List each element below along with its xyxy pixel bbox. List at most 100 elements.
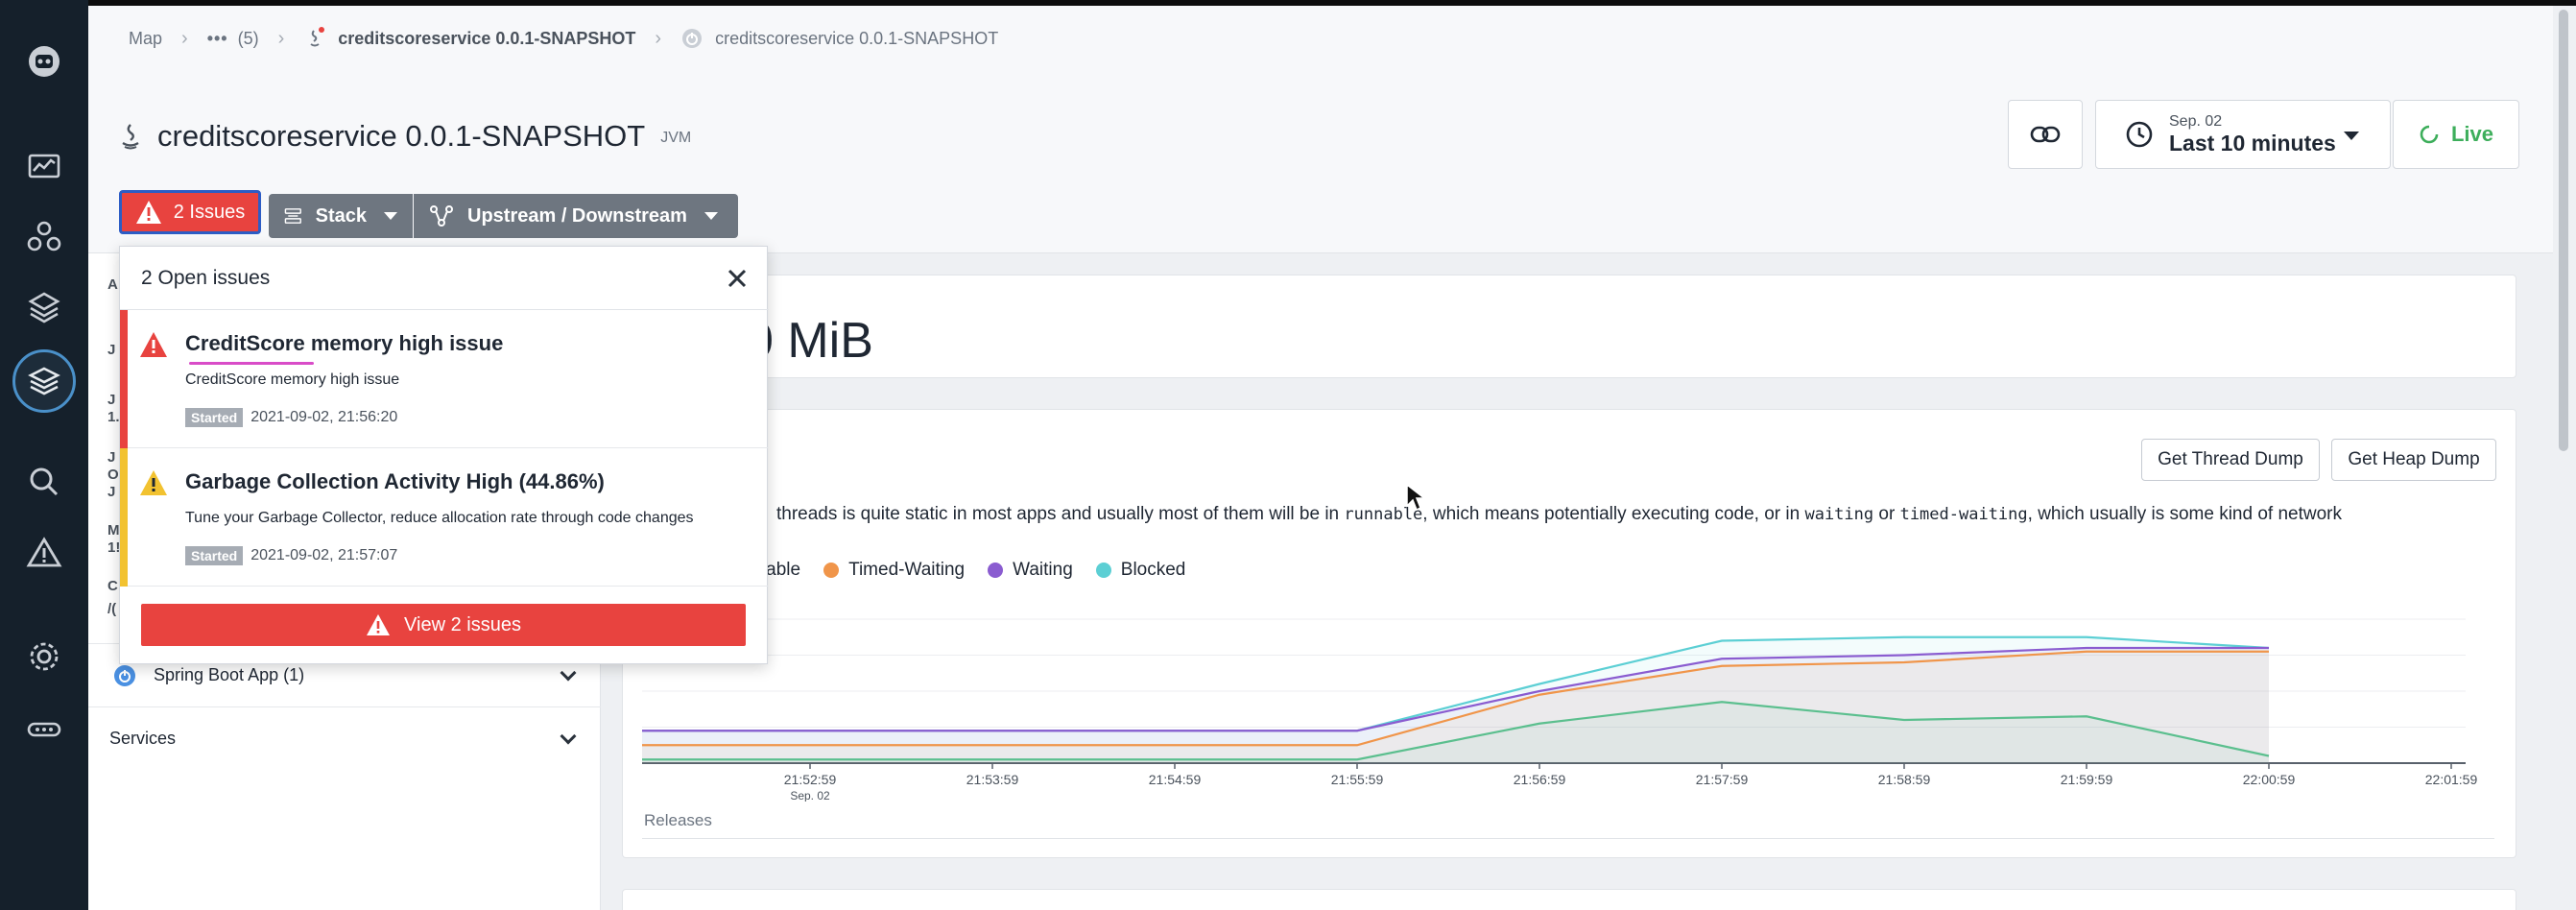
- issues-button[interactable]: 2 Issues: [119, 190, 261, 234]
- issues-popup-header: 2 Open issues: [120, 247, 769, 310]
- page-title: creditscoreservice 0.0.1-SNAPSHOT: [157, 119, 646, 153]
- issue-meta: Started 2021-09-02, 21:57:07: [185, 546, 397, 565]
- legend-item-timed-waiting[interactable]: Timed-Waiting: [823, 560, 965, 581]
- sidebar-text-fragment: J: [107, 449, 116, 466]
- desc-text: threads is quite static in most apps and…: [776, 504, 1345, 524]
- upstream-label: Upstream / Downstream: [467, 204, 687, 227]
- link-icon: [2030, 126, 2061, 143]
- page-header: Map › ••• (5) › creditscoreservice 0.0.1…: [88, 6, 2553, 253]
- x-tick-label: 21:58:59: [1878, 772, 1931, 787]
- threads-description: threads is quite static in most apps and…: [776, 504, 2342, 525]
- chevron-down-icon: [2344, 132, 2359, 140]
- sidebar-item-services[interactable]: Services: [88, 706, 601, 770]
- events-warning-icon[interactable]: [19, 528, 69, 578]
- technology-tag: JVM: [660, 130, 692, 146]
- desc-text: , which usually is some kind of network: [2027, 504, 2343, 524]
- memory-card: d 0 MiB: [622, 275, 2516, 378]
- legend-item-waiting[interactable]: Waiting: [988, 560, 1073, 581]
- warning-icon: [135, 201, 161, 224]
- settings-gear-icon[interactable]: [19, 632, 69, 682]
- sidebar-text-fragment: M: [107, 522, 120, 539]
- x-tick-label: 21:56:59: [1514, 772, 1566, 787]
- platforms-icon[interactable]: [19, 282, 69, 332]
- legend-item-blocked[interactable]: Blocked: [1095, 560, 1186, 581]
- sidebar-text-fragment: J: [107, 392, 116, 408]
- instance-power-icon: [682, 29, 703, 48]
- sidebar-text-fragment: A: [107, 276, 118, 293]
- warning-icon: [367, 614, 391, 635]
- desc-code: timed-waiting: [1899, 505, 2028, 524]
- analyze-search-icon[interactable]: [19, 457, 69, 507]
- dashboards-icon[interactable]: [19, 142, 69, 192]
- issues-button-label: 2 Issues: [173, 201, 246, 223]
- sidebar-text-fragment: J: [107, 484, 116, 500]
- more-icon[interactable]: [19, 705, 69, 754]
- releases-label: Releases: [644, 811, 712, 829]
- infrastructure-icon[interactable]: [19, 211, 69, 261]
- time-range-label: Last 10 minutes: [2169, 130, 2336, 156]
- time-range-picker[interactable]: Sep. 02 Last 10 minutes: [2095, 100, 2391, 169]
- x-tick-label: 21:59:59: [2061, 772, 2113, 787]
- applications-icon[interactable]: [12, 349, 76, 413]
- status-badge: Started: [185, 408, 244, 427]
- issues-popup: 2 Open issues CreditScore memory high is…: [119, 246, 769, 664]
- issues-popup-title: 2 Open issues: [141, 266, 271, 289]
- mouse-cursor-icon: [1406, 483, 1426, 512]
- breadcrumb-separator-icon: ›: [655, 27, 662, 49]
- x-tick-label: 21:53:59: [966, 772, 1019, 787]
- legend-label: Blocked: [1120, 560, 1186, 580]
- spring-power-icon: [114, 664, 135, 686]
- copy-link-button[interactable]: [2008, 100, 2083, 169]
- issue-description: Tune your Garbage Collector, reduce allo…: [185, 510, 694, 526]
- issue-description: CreditScore memory high issue: [185, 371, 400, 388]
- time-range-date: Sep. 02: [2169, 112, 2223, 130]
- live-toggle[interactable]: Live: [2393, 100, 2519, 169]
- releases-track: [642, 838, 2494, 839]
- upstream-downstream-dropdown[interactable]: Upstream / Downstream: [414, 194, 738, 238]
- issue-item[interactable]: Garbage Collection Activity High (44.86%…: [120, 448, 769, 587]
- warning-icon: [140, 470, 167, 495]
- desc-text: or: [1873, 504, 1900, 524]
- home-logo-icon[interactable]: [19, 36, 69, 86]
- stack-icon: [284, 208, 301, 224]
- page-scrollbar[interactable]: [2559, 10, 2568, 451]
- issue-title[interactable]: CreditScore memory high issue: [185, 331, 503, 356]
- legend-dot: [988, 563, 1004, 578]
- nav-rail: [0, 0, 88, 910]
- breadcrumb: Map › ••• (5) › creditscoreservice 0.0.1…: [129, 27, 998, 50]
- breadcrumb-more-icon[interactable]: •••: [207, 29, 228, 49]
- issue-meta: Started 2021-09-02, 21:56:20: [185, 408, 397, 427]
- breadcrumb-map[interactable]: Map: [129, 29, 162, 49]
- next-card: [622, 889, 2516, 910]
- stack-dropdown[interactable]: Stack: [269, 194, 413, 238]
- clock-icon: [2126, 121, 2153, 148]
- breadcrumb-service[interactable]: creditscoreservice 0.0.1-SNAPSHOT: [338, 29, 635, 49]
- issue-start-time: 2021-09-02, 21:56:20: [250, 409, 398, 425]
- get-thread-dump-button[interactable]: Get Thread Dump: [2141, 439, 2320, 481]
- view-issues-label: View 2 issues: [404, 613, 521, 635]
- legend-dot: [1095, 563, 1111, 578]
- close-icon[interactable]: [723, 264, 751, 293]
- issue-title[interactable]: Garbage Collection Activity High (44.86%…: [185, 469, 605, 494]
- view-issues-button[interactable]: View 2 issues: [141, 604, 746, 646]
- sidebar-text-fragment: C: [107, 578, 118, 594]
- chevron-down-icon: [384, 212, 397, 220]
- chevron-down-icon: [560, 664, 577, 682]
- legend-dot: [823, 563, 840, 578]
- breadcrumb-collapsed-count[interactable]: (5): [238, 29, 259, 49]
- breadcrumb-instance[interactable]: creditscoreservice 0.0.1-SNAPSHOT: [715, 29, 998, 49]
- live-label: Live: [2450, 122, 2494, 146]
- severity-bar: [120, 448, 128, 587]
- x-tick-label: 21:55:59: [1331, 772, 1384, 787]
- severity-bar: [120, 310, 128, 448]
- breadcrumb-separator-icon: ›: [181, 27, 188, 49]
- x-tick-label: 22:00:59: [2243, 772, 2296, 787]
- chart-legend: nnable Timed-Waiting Waiting Blocked: [746, 560, 1208, 581]
- chevron-down-icon: [560, 728, 577, 745]
- sidebar-text-fragment: O: [107, 467, 119, 483]
- refresh-spinner-icon: [2420, 125, 2439, 144]
- issue-item[interactable]: CreditScore memory high issue CreditScor…: [120, 310, 769, 448]
- x-tick-label: 21:54:59: [1149, 772, 1202, 787]
- get-heap-dump-button[interactable]: Get Heap Dump: [2331, 439, 2496, 481]
- threads-card: Get Thread Dump Get Heap Dump threads is…: [622, 409, 2516, 858]
